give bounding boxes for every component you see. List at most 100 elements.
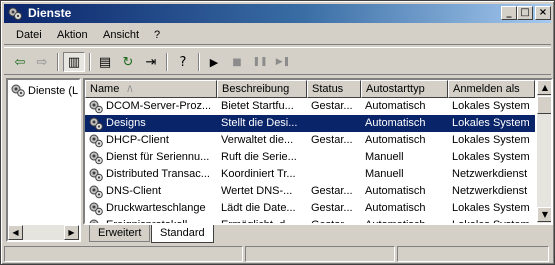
column-status[interactable]: Status — [307, 80, 361, 98]
cell-status: Gestar... — [311, 202, 353, 214]
scroll-left-icon[interactable]: ◀ — [8, 225, 23, 240]
cell-name: DHCP-Client — [106, 134, 169, 146]
tab-erweitert[interactable]: Erweitert — [89, 225, 151, 242]
tree-pane: Dienste (L — [6, 78, 81, 242]
gears-icon — [89, 168, 103, 182]
menu-ansicht[interactable]: Ansicht — [103, 29, 139, 41]
cell-name: Druckwarteschlange — [106, 202, 206, 214]
toolbar-separator — [198, 53, 200, 71]
cell-description: Lädt die Date... — [221, 202, 296, 214]
cell-description: Ruft die Serie... — [221, 151, 297, 163]
help-icon[interactable]: ? — [172, 52, 194, 72]
column-startup-type[interactable]: Autostarttyp — [361, 80, 448, 98]
cell-logon-as: Lokales System — [452, 100, 530, 112]
list-vertical-scrollbar[interactable]: ▲ ▼ — [537, 80, 551, 223]
tab-standard[interactable]: Standard — [151, 225, 214, 243]
refresh-icon[interactable]: ↻ — [117, 52, 139, 72]
cell-startup-type: Automatisch — [365, 100, 426, 112]
menu-help[interactable]: ? — [154, 29, 160, 41]
window-title: Dienste — [28, 6, 72, 20]
view-tabs: Erweitert Standard — [83, 225, 553, 243]
column-header: Name/\ Beschreibung Status Autostarttyp … — [85, 80, 535, 98]
cell-name: DCOM-Server-Proz... — [106, 100, 212, 112]
column-logon-as[interactable]: Anmelden als — [448, 80, 535, 98]
cell-description: Stellt die Desi... — [221, 117, 298, 129]
status-panel — [397, 246, 549, 262]
cell-logon-as: Lokales System — [452, 117, 530, 129]
gears-icon — [89, 202, 103, 216]
cell-startup-type: Manuell — [365, 151, 404, 163]
table-row[interactable]: DCOM-Server-Proz... Bietet Startfu... Gest… — [85, 98, 535, 115]
services-list: Name/\ Beschreibung Status Autostarttyp … — [83, 78, 553, 225]
export-list-icon[interactable]: ⇥ — [140, 52, 162, 72]
restart-icon[interactable]: ▶❚ — [272, 52, 294, 72]
cell-logon-as: Lokales System — [452, 202, 530, 214]
cell-startup-type: Automatisch — [365, 134, 426, 146]
gears-icon — [89, 185, 103, 199]
cell-startup-type: Automatisch — [365, 185, 426, 197]
gears-icon — [8, 7, 22, 20]
table-row[interactable]: Distributed Transac... Koordiniert Tr... M… — [85, 166, 535, 183]
cell-name: Designs — [106, 117, 146, 129]
gears-icon — [89, 219, 99, 223]
gears-icon — [89, 134, 103, 148]
table-row[interactable]: Dienst für Seriennu... Ruft die Serie... M… — [85, 149, 535, 166]
properties-icon[interactable]: ▤ — [94, 52, 116, 72]
toolbar-separator — [89, 53, 91, 71]
gears-icon — [89, 100, 103, 114]
stop-icon[interactable]: ■ — [226, 52, 248, 72]
close-button[interactable]: × — [535, 6, 551, 20]
cell-startup-type: Automatisch — [365, 117, 426, 129]
tree-horizontal-scrollbar[interactable]: ◀ ▶ — [8, 225, 79, 240]
table-row[interactable]: Ereignisprotokoll Ermöglicht, d... Gestar.… — [85, 217, 535, 223]
scroll-right-icon[interactable]: ▶ — [64, 225, 79, 240]
minimize-button[interactable]: _ — [501, 6, 517, 20]
toolbar-separator — [57, 53, 59, 71]
status-bar — [4, 245, 551, 263]
pause-icon[interactable]: ❚❚ — [249, 52, 271, 72]
table-row[interactable]: DNS-Client Wertet DNS-... Gestar... Automat… — [85, 183, 535, 200]
column-description[interactable]: Beschreibung — [217, 80, 307, 98]
cell-description: Bietet Startfu... — [221, 100, 294, 112]
gears-icon — [11, 84, 25, 97]
column-name[interactable]: Name /\ — [85, 80, 217, 98]
title-bar[interactable]: Dienste _ □ × — [4, 4, 551, 23]
back-arrow-icon[interactable]: ⇦ — [9, 52, 31, 72]
cell-logon-as: Netzwerkdienst — [452, 185, 528, 197]
status-panel — [245, 246, 395, 262]
cell-status: Gestar... — [311, 134, 353, 146]
status-panel — [4, 246, 243, 262]
cell-startup-type: Manuell — [365, 168, 404, 180]
sort-arrow-icon: /\ — [127, 84, 133, 94]
scroll-up-icon[interactable]: ▲ — [537, 80, 551, 95]
table-row[interactable]: Designs Stellt die Desi... Automatisch Loka… — [85, 115, 535, 132]
menu-datei[interactable]: Datei — [16, 29, 42, 41]
table-row[interactable]: Druckwarteschlange Lädt die Date... Gestar… — [85, 200, 535, 217]
cell-logon-as: Lokales System — [452, 151, 530, 163]
cell-logon-as: Netzwerkdienst — [452, 168, 528, 180]
cell-name: Distributed Transac... — [106, 168, 210, 180]
toolbar: ⇦ ⇨ ▥ ▤ ↻ ⇥ ? ▶ ■ ❚❚ ▶❚ — [4, 47, 551, 75]
cell-description: Verwaltet die... — [221, 134, 294, 146]
cell-name: DNS-Client — [106, 185, 162, 197]
cell-status: Gestar... — [311, 100, 353, 112]
show-tree-icon[interactable]: ▥ — [63, 52, 85, 72]
toolbar-separator — [166, 53, 168, 71]
cell-logon-as: Lokales System — [452, 134, 530, 146]
menu-bar: Datei Aktion Ansicht ? — [4, 25, 551, 45]
maximize-button[interactable]: □ — [517, 6, 533, 20]
forward-arrow-icon[interactable]: ⇨ — [31, 52, 53, 72]
gears-icon — [89, 151, 103, 165]
cell-description: Koordiniert Tr... — [221, 168, 296, 180]
cell-startup-type: Automatisch — [365, 202, 426, 214]
tree-item-label: Dienste (L — [28, 84, 79, 97]
cell-description: Wertet DNS-... — [221, 185, 293, 197]
gears-icon — [89, 117, 103, 131]
play-icon[interactable]: ▶ — [203, 52, 225, 72]
scroll-thumb[interactable] — [537, 96, 551, 114]
table-row[interactable]: DHCP-Client Verwaltet die... Gestar... Auto… — [85, 132, 535, 149]
menu-aktion[interactable]: Aktion — [57, 29, 88, 41]
tree-item-services[interactable]: Dienste (L — [10, 83, 78, 98]
cell-name: Dienst für Seriennu... — [106, 151, 210, 163]
scroll-down-icon[interactable]: ▼ — [537, 207, 551, 222]
